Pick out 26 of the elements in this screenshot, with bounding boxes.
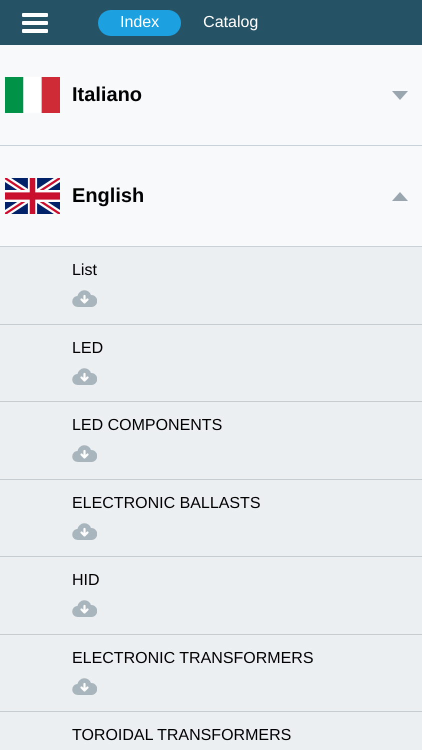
- item-title: TOROIDAL TRANSFORMERS: [72, 726, 292, 746]
- item-title: ELECTRONIC TRANSFORMERS: [72, 648, 315, 668]
- british-flag-icon: [5, 178, 60, 214]
- italian-flag-icon: [5, 77, 60, 113]
- tab[interactable]: Catalog: [183, 10, 278, 36]
- catalog-item[interactable]: LED: [0, 324, 422, 402]
- item-title: ELECTRONIC BALLASTS: [72, 494, 262, 514]
- language-name: Italiano: [72, 83, 142, 108]
- item-title: List: [72, 261, 98, 281]
- cloud-download-icon[interactable]: [72, 366, 97, 386]
- cloud-download-icon[interactable]: [72, 522, 97, 540]
- catalog-item[interactable]: ELECTRONIC BALLASTS: [0, 480, 422, 557]
- catalog-item[interactable]: ELECTRONIC TRANSFORMERS: [0, 634, 422, 712]
- item-title: LED: [72, 338, 104, 358]
- language-header[interactable]: Italiano: [0, 45, 422, 146]
- menu-icon[interactable]: [22, 12, 48, 34]
- cloud-download-icon[interactable]: [72, 289, 97, 308]
- item-title: LED COMPONENTS: [72, 416, 224, 436]
- language-name: English: [72, 184, 144, 209]
- language-header[interactable]: English: [0, 146, 422, 247]
- cloud-download-icon[interactable]: [72, 444, 97, 463]
- expand-arrow-icon[interactable]: [392, 90, 408, 100]
- cloud-download-icon[interactable]: [72, 676, 97, 696]
- collapse-arrow-icon[interactable]: [392, 192, 408, 200]
- item-title: HID: [72, 571, 101, 591]
- cloud-download-icon[interactable]: [72, 599, 97, 618]
